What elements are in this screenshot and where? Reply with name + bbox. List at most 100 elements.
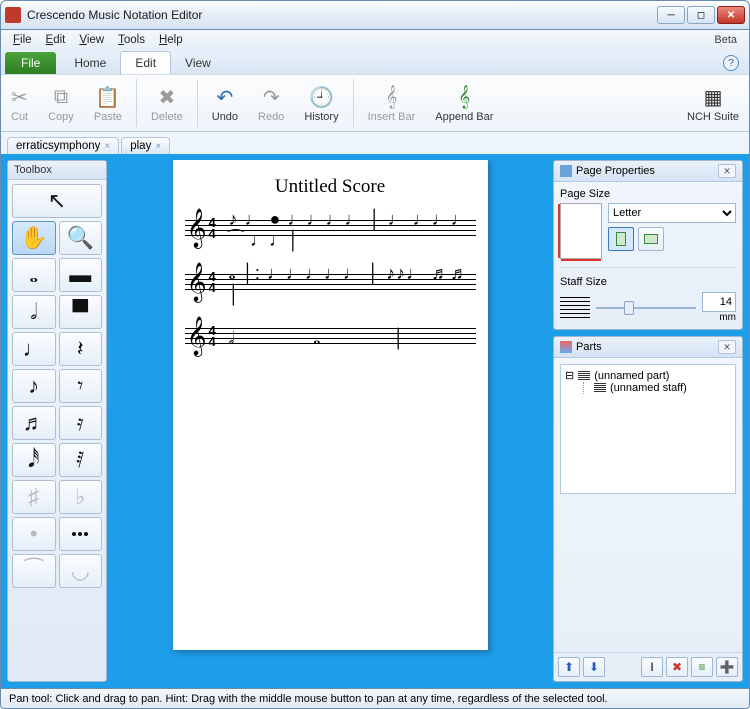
ribbon: File Home Edit View ? ✂Cut ⧉Copy 📋Paste … [0, 50, 750, 132]
dot-tool[interactable]: • [12, 517, 56, 551]
close-tab-icon[interactable]: × [155, 141, 161, 152]
treble-clef-icon: 𝄞 [187, 318, 207, 356]
insert-bar-button[interactable]: 𝄞Insert Bar [358, 75, 426, 131]
staff-row: 𝄞 44 𝅗𝅥 𝅝 │ [185, 316, 476, 360]
score-title: Untitled Score [185, 176, 476, 198]
zoom-tool[interactable]: 🔍 [59, 221, 103, 255]
time-signature: 44 [209, 217, 216, 239]
delete-part-button[interactable]: ✖ [666, 657, 688, 677]
staff-icon [594, 383, 606, 393]
app-icon [5, 7, 21, 23]
tree-staff-item[interactable]: (unnamed staff) [583, 382, 731, 394]
status-text: Pan tool: Click and drag to pan. Hint: D… [9, 693, 608, 705]
half-rest-tool[interactable]: ▀ [59, 295, 103, 329]
menubar: File Edit View Tools Help Beta [0, 30, 750, 50]
quarter-note-tool[interactable]: ♩ [12, 332, 56, 366]
maximize-button[interactable]: ◻ [687, 6, 715, 24]
add-staff-button[interactable]: ≡ [691, 657, 713, 677]
portrait-button[interactable] [608, 227, 634, 251]
append-bar-button[interactable]: 𝄞Append Bar [425, 75, 503, 131]
parts-tree[interactable]: ⊟(unnamed part) (unnamed staff) [560, 364, 736, 494]
half-note-tool[interactable]: 𝅗𝅥 [12, 295, 56, 329]
rename-button[interactable]: I [641, 657, 663, 677]
page-thumbnail [560, 203, 602, 259]
staff-row: 𝄞 44 ♪ ♩ ● ♩♩♩♩ │ ♩ ♩♩♩ ⁀ ♩♩│ [185, 208, 476, 252]
whole-note-tool[interactable]: 𝅝 [12, 258, 56, 292]
close-button[interactable]: ✕ [717, 6, 745, 24]
time-signature: 44 [209, 271, 216, 293]
sixteenth-rest-tool[interactable]: 𝄿 [59, 406, 103, 440]
copy-icon: ⧉ [54, 83, 68, 111]
cut-button[interactable]: ✂Cut [1, 75, 38, 131]
right-column: Page Properties ✕ Page Size Letter [553, 160, 743, 682]
panel-close-button[interactable]: ✕ [718, 164, 736, 178]
undo-button[interactable]: ↶Undo [202, 75, 248, 131]
ribbon-body: ✂Cut ⧉Copy 📋Paste ✖Delete ↶Undo ↷Redo 🕘H… [1, 74, 749, 132]
notes: 𝅝 │: ♩♩♩♩♩ │ ♪♪♩ ♬♬ │ [229, 262, 472, 306]
quarter-rest-tool[interactable]: 𝄽 [59, 332, 103, 366]
scissors-icon: ✂ [11, 83, 28, 111]
separator [136, 79, 137, 127]
triplet-tool[interactable] [59, 517, 103, 551]
thirtysecond-note-tool[interactable]: 𝅘𝅥𝅰 [12, 443, 56, 477]
staff-size-slider[interactable] [596, 299, 696, 317]
move-up-button[interactable]: ⬆ [558, 657, 580, 677]
pointer-tool[interactable]: ↖ [12, 184, 102, 218]
copy-button[interactable]: ⧉Copy [38, 75, 84, 131]
close-tab-icon[interactable]: × [104, 141, 110, 152]
panel-title: Parts [576, 341, 602, 353]
minimize-button[interactable]: ─ [657, 6, 685, 24]
notes: ♪ ♩ ● ♩♩♩♩ │ ♩ ♩♩♩ ⁀ ♩♩│ [229, 208, 472, 252]
beta-label: Beta [714, 34, 743, 46]
time-signature: 44 [209, 325, 216, 347]
undo-icon: ↶ [217, 83, 234, 111]
staff-size-input[interactable]: 14 [702, 292, 736, 312]
move-down-button[interactable]: ⬇ [583, 657, 605, 677]
add-part-button[interactable]: ➕ [716, 657, 738, 677]
ribbon-tabs: File Home Edit View ? [1, 50, 749, 74]
score-canvas[interactable]: Untitled Score 𝄞 44 ♪ ♩ ● ♩♩♩♩ │ ♩ ♩♩♩ ⁀… [113, 160, 547, 682]
delete-button[interactable]: ✖Delete [141, 75, 193, 131]
slur-tool[interactable]: ◡ [59, 554, 103, 588]
page-size-select[interactable]: Letter [608, 203, 736, 223]
collapse-icon[interactable]: ⊟ [565, 369, 574, 382]
notes: 𝅗𝅥 𝅝 │ [229, 316, 472, 360]
redo-button[interactable]: ↷Redo [248, 75, 294, 131]
document-tabs: erraticsymphony× play× [0, 132, 750, 154]
nch-suite-icon: ▦ [704, 83, 723, 111]
staff-size-label: Staff Size [560, 276, 736, 288]
doc-tab-play[interactable]: play× [121, 137, 170, 154]
flat-tool[interactable]: ♭ [59, 480, 103, 514]
page-properties-panel: Page Properties ✕ Page Size Letter [553, 160, 743, 330]
menu-edit[interactable]: Edit [40, 33, 72, 47]
ribbon-tab-home[interactable]: Home [60, 52, 120, 74]
doc-tab-erraticsymphony[interactable]: erraticsymphony× [7, 137, 119, 154]
workspace: Toolbox ↖ ✋ 🔍 𝅝 ▬ 𝅗𝅥 ▀ ♩ 𝄽 ♪ 𝄾 ♬ 𝄿 𝅘𝅥𝅰 𝅀… [0, 154, 750, 689]
parts-panel: Parts ✕ ⊟(unnamed part) (unnamed staff) … [553, 336, 743, 682]
eighth-rest-tool[interactable]: 𝄾 [59, 369, 103, 403]
thirtysecond-rest-tool[interactable]: 𝅀 [59, 443, 103, 477]
menu-view[interactable]: View [73, 33, 110, 47]
tie-tool[interactable]: ⁀ [12, 554, 56, 588]
nch-suite-button[interactable]: ▦NCH Suite [677, 75, 749, 131]
ribbon-tab-view[interactable]: View [171, 52, 225, 74]
paste-button[interactable]: 📋Paste [84, 75, 132, 131]
sixteenth-note-tool[interactable]: ♬ [12, 406, 56, 440]
ribbon-help-icon[interactable]: ? [723, 55, 739, 71]
ribbon-file-tab[interactable]: File [5, 52, 56, 74]
whole-rest-tool[interactable]: ▬ [59, 258, 103, 292]
history-button[interactable]: 🕘History [294, 75, 348, 131]
separator [197, 79, 198, 127]
menu-help[interactable]: Help [153, 33, 189, 47]
titlebar: Crescendo Music Notation Editor ─ ◻ ✕ [0, 0, 750, 30]
landscape-button[interactable] [638, 227, 664, 251]
ribbon-tab-edit[interactable]: Edit [120, 51, 171, 74]
menu-file[interactable]: File [7, 33, 38, 47]
tree-part-item[interactable]: ⊟(unnamed part) [565, 369, 731, 382]
eighth-note-tool[interactable]: ♪ [12, 369, 56, 403]
statusbar: Pan tool: Click and drag to pan. Hint: D… [0, 689, 750, 709]
pan-tool[interactable]: ✋ [12, 221, 56, 255]
panel-close-button[interactable]: ✕ [718, 340, 736, 354]
menu-tools[interactable]: Tools [112, 33, 151, 47]
sharp-tool[interactable]: ♯ [12, 480, 56, 514]
